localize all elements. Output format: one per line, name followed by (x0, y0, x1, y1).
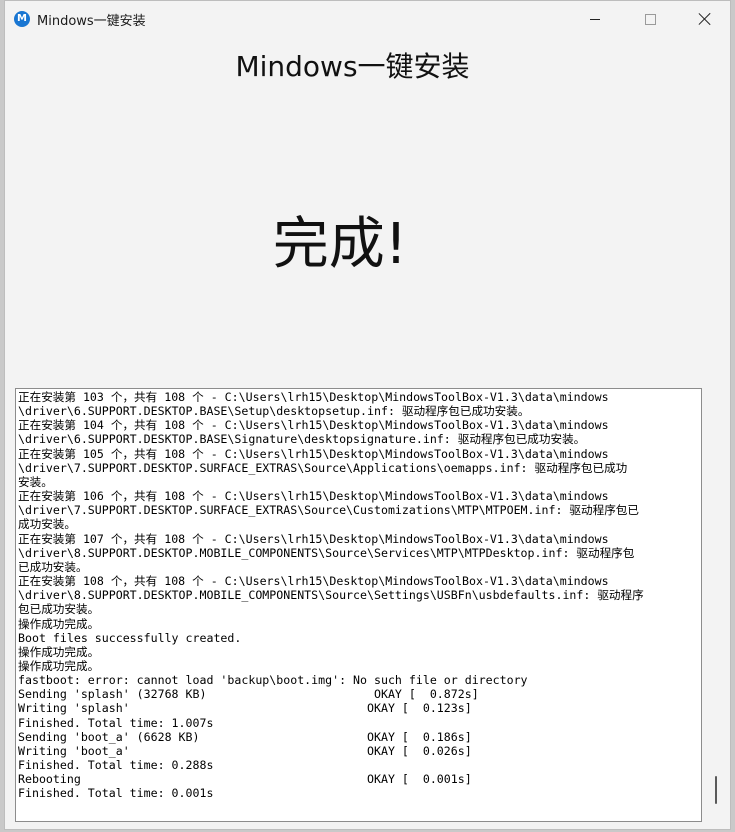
close-icon (699, 13, 711, 25)
installer-window: M Mindows一键安装 Mindows一键安装 完成! 正在安装第 103 … (4, 0, 731, 830)
window-title: Mindows一键安装 (37, 14, 146, 29)
log-line: Boot files successfully created. (18, 630, 242, 645)
log-output-textbox[interactable]: 正在安装第 103 个，共有 108 个 - C:\Users\lrh15\De… (15, 388, 702, 822)
log-line: 正在安装第 106 个，共有 108 个 - C:\Users\lrh15\De… (18, 489, 609, 504)
log-line: Finished. Total time: 1.007s (18, 715, 214, 730)
log-line: 正在安装第 108 个，共有 108 个 - C:\Users\lrh15\De… (18, 574, 609, 589)
log-line: 已成功安装。 (18, 559, 88, 574)
completion-status: 完成! (272, 212, 408, 277)
log-line: 正在安装第 103 个，共有 108 个 - C:\Users\lrh15\De… (18, 390, 609, 404)
log-scrollbar[interactable] (711, 389, 723, 821)
maximize-button[interactable] (627, 1, 673, 37)
log-line: \driver\7.SUPPORT.DESKTOP.SURFACE_EXTRAS… (18, 460, 628, 475)
log-line: 正在安装第 107 个，共有 108 个 - C:\Users\lrh15\De… (18, 531, 609, 546)
log-line: Finished. Total time: 0.288s (18, 758, 214, 773)
log-line: Writing 'boot_a' OKAY [ 0.026s] (18, 743, 472, 758)
log-line: 包已成功安装。 (18, 602, 100, 617)
log-line: \driver\8.SUPPORT.DESKTOP.MOBILE_COMPONE… (18, 545, 635, 560)
log-line: Rebooting OKAY [ 0.001s] (18, 772, 472, 787)
log-line: 操作成功完成。 (18, 616, 100, 631)
minimize-button[interactable] (572, 1, 618, 37)
maximize-icon (644, 13, 656, 25)
log-line: 安装。 (18, 474, 53, 489)
minimize-icon (590, 18, 600, 20)
log-line: 正在安装第 104 个，共有 108 个 - C:\Users\lrh15\De… (18, 418, 609, 433)
log-line: \driver\6.SUPPORT.DESKTOP.BASE\Signature… (18, 432, 586, 447)
log-text: 正在安装第 103 个，共有 108 个 - C:\Users\lrh15\De… (16, 389, 701, 801)
close-button[interactable] (682, 1, 728, 37)
page-title: Mindows一键安装 (235, 50, 470, 83)
log-line: fastboot: error: cannot load 'backup\boo… (18, 673, 528, 688)
log-line: 正在安装第 105 个，共有 108 个 - C:\Users\lrh15\De… (18, 446, 609, 461)
log-line: Sending 'boot_a' (6628 KB) OKAY [ 0.186s… (18, 729, 472, 744)
title-bar[interactable]: M Mindows一键安装 (5, 1, 730, 37)
log-line: 操作成功完成。 (18, 658, 100, 673)
log-line: \driver\6.SUPPORT.DESKTOP.BASE\Setup\des… (18, 404, 530, 419)
log-line: 成功安装。 (18, 517, 76, 532)
log-line: Finished. Total time: 0.001s (18, 786, 214, 801)
scrollbar-thumb[interactable] (715, 776, 717, 804)
log-line: Writing 'splash' OKAY [ 0.123s] (18, 701, 472, 716)
app-logo-icon: M (14, 11, 30, 27)
log-line: Sending 'splash' (32768 KB) OKAY [ 0.872… (18, 687, 479, 702)
log-line: \driver\8.SUPPORT.DESKTOP.MOBILE_COMPONE… (18, 588, 644, 603)
log-line: 操作成功完成。 (18, 644, 100, 659)
log-line: \driver\7.SUPPORT.DESKTOP.SURFACE_EXTRAS… (18, 503, 639, 518)
